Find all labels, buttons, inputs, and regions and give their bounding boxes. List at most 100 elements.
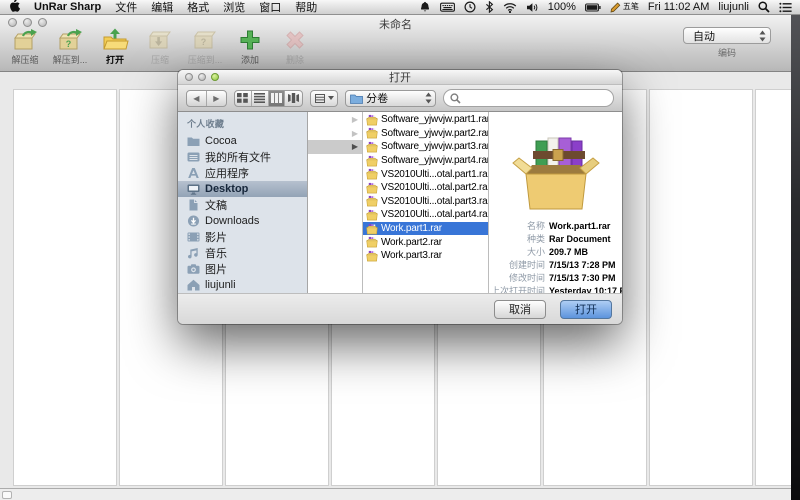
arrange-menu-button[interactable] [310, 90, 338, 107]
wifi-icon[interactable] [503, 2, 517, 13]
bluetooth-icon[interactable] [485, 1, 494, 13]
sidebar-item-music[interactable]: 音乐 [178, 245, 307, 261]
extract-to-icon: ? [55, 28, 85, 52]
document-icon [187, 199, 200, 211]
delete-button[interactable]: 删除 [276, 28, 314, 66]
menubar-app-name[interactable]: UnRar Sharp [34, 1, 101, 13]
sidebar-item-all-my-files[interactable]: 我的所有文件 [178, 149, 307, 165]
icon-view-icon [237, 93, 248, 103]
arrange-icon [315, 94, 325, 103]
back-button[interactable]: ◀ [187, 91, 207, 106]
encoding-label: 编码 [683, 46, 771, 59]
sidebar: 个人收藏 Cocoa 我的所有文件 应用程序 Desktop 文稿 [178, 112, 308, 293]
rar-file-icon [366, 236, 378, 248]
forward-button[interactable]: ▶ [207, 91, 227, 106]
rar-file-icon [366, 209, 378, 221]
file-row[interactable]: VS2010Ulti...otal.part4.rar [363, 208, 488, 222]
location-value: 分卷 [366, 90, 422, 106]
rar-archive-preview-icon [510, 132, 602, 212]
sidebar-item-applications[interactable]: 应用程序 [178, 165, 307, 181]
coverflow-view-button[interactable] [285, 91, 302, 106]
keyboard-icon[interactable] [440, 1, 455, 13]
menubar-clock[interactable]: Fri 11:02 AM [648, 1, 710, 13]
parent-row[interactable]: ▶ [308, 113, 362, 127]
file-row[interactable]: Software_yjwvjw.part2.rar [363, 127, 488, 141]
scrollbar-thumb[interactable] [2, 491, 12, 499]
sidebar-item-home[interactable]: liujunli [178, 277, 307, 293]
compress-to-button[interactable]: ? 压缩到... [186, 28, 224, 66]
stepper-icon [759, 30, 766, 42]
battery-percentage: 100% [548, 1, 576, 13]
file-row[interactable]: VS2010Ulti...otal.part3.rar [363, 195, 488, 209]
cancel-button[interactable]: 取消 [494, 300, 546, 319]
column-view-button[interactable] [269, 91, 286, 106]
rar-file-icon [366, 223, 378, 235]
list-view-button[interactable] [252, 91, 269, 106]
extract-icon [10, 28, 40, 52]
menu-window[interactable]: 窗口 [259, 0, 281, 15]
extract-button[interactable]: 解压缩 [6, 28, 44, 66]
main-window-chrome: 未命名 解压缩 ? 解压到... [0, 15, 791, 72]
sidebar-item-desktop[interactable]: Desktop [178, 181, 307, 197]
sidebar-section-header: 个人收藏 [178, 115, 307, 133]
main-toolbar: 解压缩 ? 解压到... 打开 [6, 28, 314, 66]
metadata-row: 修改时间 7/15/13 7:30 PM [489, 272, 622, 285]
view-mode-control [234, 90, 303, 107]
plus-icon [238, 28, 262, 52]
coverflow-view-icon [288, 93, 299, 103]
time-machine-icon[interactable] [464, 1, 476, 13]
menu-file[interactable]: 文件 [115, 0, 137, 15]
parent-row-selected[interactable]: ▶ [308, 140, 362, 154]
sidebar-item-pictures[interactable]: 图片 [178, 261, 307, 277]
extract-to-button[interactable]: ? 解压到... [51, 28, 89, 66]
volume-icon[interactable] [526, 2, 539, 13]
file-row[interactable]: VS2010Ulti...otal.part1.rar [363, 167, 488, 181]
disclosure-icon: ▶ [352, 129, 358, 138]
add-button[interactable]: 添加 [231, 28, 269, 66]
notification-bell-icon[interactable] [419, 1, 431, 13]
file-row-selected[interactable]: Work.part1.rar [363, 222, 488, 236]
system-menubar: UnRar Sharp 文件 编辑 格式 浏览 窗口 帮助 100% [0, 0, 800, 15]
dialog-titlebar: 打开 [178, 70, 622, 85]
horizontal-scrollbar[interactable] [0, 488, 791, 500]
search-field[interactable] [443, 89, 614, 107]
icon-view-button[interactable] [235, 91, 252, 106]
search-input[interactable] [465, 92, 607, 104]
location-dropdown[interactable]: 分卷 [345, 90, 436, 107]
sidebar-item-documents[interactable]: 文稿 [178, 197, 307, 213]
dialog-footer: 取消 打开 [178, 293, 622, 324]
battery-icon[interactable] [585, 2, 601, 13]
menu-edit[interactable]: 编辑 [151, 0, 173, 15]
encoding-control: 自动 编码 [683, 27, 771, 59]
metadata-row: 名称 Work.part1.rar [489, 220, 622, 233]
compress-button[interactable]: 压缩 [141, 28, 179, 66]
parent-row[interactable]: ▶ [308, 127, 362, 141]
preview-pane: 名称 Work.part1.rar 种类 Rar Document 大小 209… [489, 112, 622, 293]
menu-format[interactable]: 格式 [187, 0, 209, 15]
file-row[interactable]: Software_yjwvjw.part1.rar [363, 113, 488, 127]
camera-icon [187, 263, 200, 275]
menubar-username[interactable]: liujunli [718, 1, 749, 13]
file-list: Software_yjwvjw.part1.rar Software_yjwvj… [363, 112, 489, 293]
sidebar-item-downloads[interactable]: Downloads [178, 213, 307, 229]
file-row[interactable]: Work.part2.rar [363, 235, 488, 249]
metadata-row: 大小 209.7 MB [489, 246, 622, 259]
dialog-toolbar: ◀ ▶ 分卷 [178, 85, 622, 112]
sidebar-item-cocoa[interactable]: Cocoa [178, 133, 307, 149]
spotlight-icon[interactable] [758, 1, 770, 13]
file-row[interactable]: Software_yjwvjw.part3.rar [363, 140, 488, 154]
open-button[interactable]: 打开 [96, 28, 134, 66]
file-row[interactable]: VS2010Ulti...otal.part2.rar [363, 181, 488, 195]
rar-file-icon [366, 168, 378, 180]
dialog-open-button[interactable]: 打开 [560, 300, 612, 319]
applications-icon [187, 167, 200, 179]
encoding-dropdown[interactable]: 自动 [683, 27, 771, 44]
menu-help[interactable]: 帮助 [295, 0, 317, 15]
apple-menu-icon[interactable] [9, 0, 20, 15]
sidebar-item-movies[interactable]: 影片 [178, 229, 307, 245]
notification-center-icon[interactable] [779, 2, 792, 13]
file-row[interactable]: Software_yjwvjw.part4.rar [363, 154, 488, 168]
input-method-indicator[interactable]: 五笔 [610, 2, 639, 13]
file-row[interactable]: Work.part3.rar [363, 249, 488, 263]
menu-view[interactable]: 浏览 [223, 0, 245, 15]
